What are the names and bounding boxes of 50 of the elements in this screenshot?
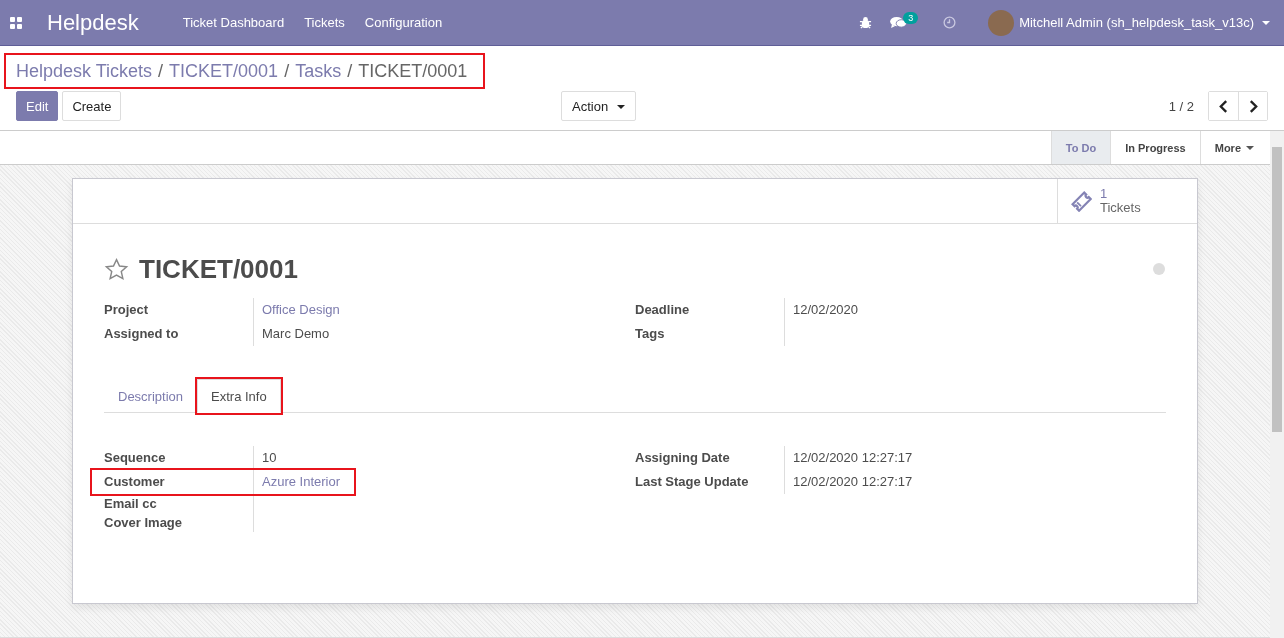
bug-icon[interactable] [859,16,873,29]
field-value: 12/02/2020 12:27:17 [793,450,913,465]
field-label: Cover Image [104,513,254,532]
field-value: 10 [262,450,277,465]
field-link[interactable]: Office Design [262,302,340,317]
apps-grid-icon[interactable] [10,16,22,29]
field-label: Sequence [104,446,254,470]
caret-icon [1262,20,1270,25]
clock-icon[interactable] [943,16,957,29]
field-link[interactable]: Azure Interior [262,474,341,489]
field-value: 12/02/2020 12:27:17 [793,474,913,489]
status-dot[interactable] [1153,263,1165,275]
action-dropdown[interactable]: Action [561,91,636,121]
field-label: Last Stage Update [635,470,785,494]
field-label: Customer [104,470,254,494]
field-label: Email cc [104,494,254,513]
breadcrumb-link[interactable]: TICKET/0001 [169,61,279,82]
field-label: Tags [635,322,785,346]
breadcrumb-separator: / [347,61,353,82]
stage-button[interactable]: To Do [1050,131,1111,164]
menu-item[interactable]: Ticket Dashboard [182,15,285,30]
tab[interactable]: Extra Info [197,379,281,413]
menu-item[interactable]: Configuration [364,15,443,30]
create-button[interactable]: Create [62,91,122,121]
scrollbar[interactable] [1270,131,1284,638]
tab[interactable]: Description [104,379,198,413]
field-label: Assigning Date [635,446,785,470]
field-label: Deadline [635,298,785,322]
menu-item[interactable]: Tickets [304,15,345,30]
pager-value: 1 / 2 [1168,98,1194,114]
breadcrumb-separator: / [284,61,290,82]
breadcrumb-link[interactable]: Helpdesk Tickets [16,61,153,82]
edit-button[interactable]: Edit [16,91,59,121]
chevron-right-icon [1248,99,1258,113]
breadcrumb-link[interactable]: Tasks [295,61,342,82]
breadcrumb-separator: / [158,61,164,82]
field-value: 12/02/2020 [793,302,859,317]
message-count-badge: 3 [903,12,919,24]
app-name: Helpdesk [47,9,139,36]
record-title: TICKET/0001 [139,253,298,285]
ticket-icon [1070,190,1092,212]
tickets-smart-button[interactable]: 1 Tickets [1057,179,1197,223]
star-icon[interactable] [104,256,129,282]
field-label: Assigned to [104,322,254,346]
field-value: Marc Demo [262,326,330,341]
next-button[interactable] [1238,92,1267,120]
chevron-left-icon [1219,99,1228,113]
breadcrumb-current: TICKET/0001 [358,61,468,82]
field-label: Project [104,298,254,322]
user-menu[interactable]: Mitchell Admin (sh_helpdesk_task_v13c) [1019,15,1254,30]
